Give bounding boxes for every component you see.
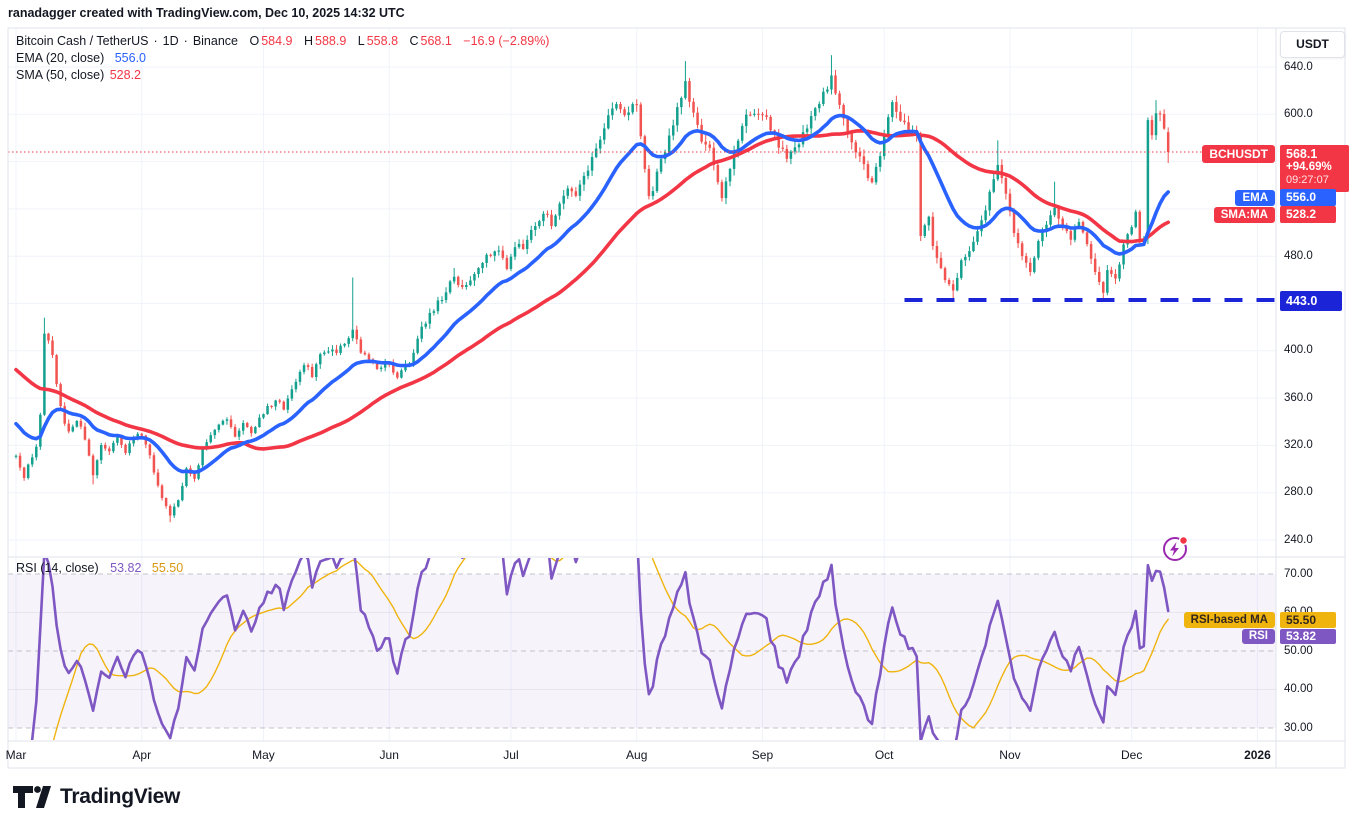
low-value: 558.8 xyxy=(367,34,398,48)
sma-legend-row[interactable]: SMA (50, close) 528.2 xyxy=(16,67,549,84)
symbol-price-tag: BCHUSDT xyxy=(1202,145,1275,163)
price-axis-label: 50.00 xyxy=(1284,645,1313,657)
x-axis-label: Aug xyxy=(626,748,647,762)
sma-price-badge: 528.2 xyxy=(1280,206,1336,223)
x-axis-label: Jul xyxy=(503,748,518,762)
tradingview-logo-text: TradingView xyxy=(60,785,180,809)
price-axis-label: 480.0 xyxy=(1284,250,1313,262)
open-label: O xyxy=(249,34,259,48)
high-value: 588.9 xyxy=(315,34,346,48)
support-line-badge: 443.0 xyxy=(1280,291,1342,311)
sma-value: 528.2 xyxy=(110,68,141,82)
tradingview-logo-icon xyxy=(12,783,52,811)
ema-label: EMA (20, close) xyxy=(16,51,104,65)
chart-canvas[interactable] xyxy=(0,0,1353,826)
price-axis-label: 320.0 xyxy=(1284,439,1313,451)
change-percent-value: +94.69% xyxy=(1286,161,1343,174)
flash-icon[interactable] xyxy=(1160,534,1190,564)
ema-legend-row[interactable]: EMA (20, close) 556.0 xyxy=(16,50,549,67)
currency-unit-button[interactable]: USDT xyxy=(1280,31,1345,58)
interval-label: 1D xyxy=(163,34,179,48)
price-axis-label: 600.0 xyxy=(1284,108,1313,120)
chart-legend: Bitcoin Cash / TetherUS·1D·Binance O584.… xyxy=(16,33,549,84)
symbol-legend-row[interactable]: Bitcoin Cash / TetherUS·1D·Binance O584.… xyxy=(16,33,549,50)
change-value: −16.9 (−2.89%) xyxy=(463,34,549,48)
x-axis-label: Dec xyxy=(1121,748,1142,762)
open-value: 584.9 xyxy=(261,34,292,48)
close-label: C xyxy=(410,34,419,48)
x-axis-label: Mar xyxy=(6,748,27,762)
x-axis-label: Oct xyxy=(875,748,894,762)
price-axis-label: 30.00 xyxy=(1284,722,1313,734)
price-axis-label: 280.0 xyxy=(1284,486,1313,498)
rsi-value-badge: 53.82 xyxy=(1280,629,1336,644)
price-axis-label: 2026 xyxy=(1244,748,1271,762)
ema-value: 556.0 xyxy=(115,51,146,65)
bar-countdown: 09:27:07 xyxy=(1286,174,1343,187)
x-axis-label: Apr xyxy=(132,748,151,762)
ema-tag: EMA xyxy=(1235,190,1275,206)
attribution-text: ranadagger created with TradingView.com,… xyxy=(8,6,405,20)
tradingview-logo[interactable]: TradingView xyxy=(12,783,180,811)
rsi-value: 53.82 xyxy=(110,561,141,575)
symbol-title: Bitcoin Cash / TetherUS xyxy=(16,34,148,48)
rsi-legend[interactable]: RSI (14, close) 53.82 55.50 xyxy=(16,561,183,575)
sma-tag: SMA:MA xyxy=(1214,207,1275,223)
rsi-label: RSI (14, close) xyxy=(16,561,99,575)
ema-price-badge: 556.0 xyxy=(1280,189,1336,206)
x-axis-label: Nov xyxy=(999,748,1020,762)
sma-label: SMA (50, close) xyxy=(16,68,104,82)
price-axis-label: 360.0 xyxy=(1284,392,1313,404)
exchange-label: Binance xyxy=(193,34,238,48)
rsi-ma-value: 55.50 xyxy=(152,561,183,575)
close-value: 568.1 xyxy=(421,34,452,48)
rsi-ma-value-badge: 55.50 xyxy=(1280,612,1336,628)
last-price-value: 568.1 xyxy=(1286,147,1343,161)
x-axis-label: Sep xyxy=(752,748,773,762)
low-label: L xyxy=(358,34,365,48)
rsi-ma-tag: RSI-based MA xyxy=(1184,612,1275,628)
price-axis-label: 400.0 xyxy=(1284,344,1313,356)
rsi-tag: RSI xyxy=(1242,629,1275,644)
high-label: H xyxy=(304,34,313,48)
last-price-badge: 568.1 +94.69% 09:27:07 xyxy=(1280,145,1349,192)
x-axis-label: May xyxy=(252,748,275,762)
tradingview-chart-page: { "attribution": "ranadagger created wit… xyxy=(0,0,1353,826)
price-axis-label: 70.00 xyxy=(1284,568,1313,580)
price-axis-label: 240.0 xyxy=(1284,534,1313,546)
x-axis-label: Jun xyxy=(380,748,399,762)
price-axis-label: 40.00 xyxy=(1284,683,1313,695)
price-axis-label: 640.0 xyxy=(1284,61,1313,73)
